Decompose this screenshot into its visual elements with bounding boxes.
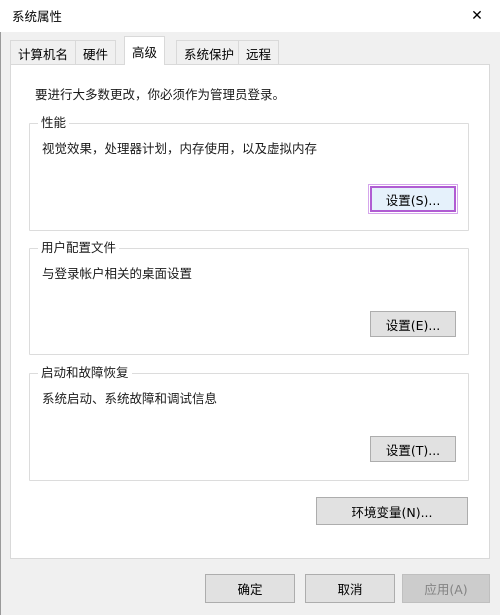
tab-label: 计算机名 xyxy=(18,47,69,62)
ok-button[interactable]: 确定 xyxy=(205,574,295,603)
tab-label: 硬件 xyxy=(83,47,109,62)
group-description: 与登录帐户相关的桌面设置 xyxy=(42,266,193,281)
tab-label: 高级 xyxy=(132,45,158,60)
group-title: 用户配置文件 xyxy=(38,240,120,256)
apply-button[interactable]: 应用(A) xyxy=(402,574,490,603)
group-title: 启动和故障恢复 xyxy=(38,365,132,381)
window-title: 系统属性 xyxy=(12,9,63,24)
tab-system-protection[interactable]: 系统保护 xyxy=(176,40,243,64)
admin-notice: 要进行大多数更改，你必须作为管理员登录。 xyxy=(35,87,286,102)
close-icon[interactable]: ✕ xyxy=(454,0,500,32)
cancel-button[interactable]: 取消 xyxy=(305,574,395,603)
tab-advanced[interactable]: 高级 xyxy=(124,36,166,65)
advanced-tab-panel: 要进行大多数更改，你必须作为管理员登录。 性能 视觉效果，处理器计划，内存使用，… xyxy=(10,64,490,559)
tab-remote[interactable]: 远程 xyxy=(238,40,280,64)
group-title: 性能 xyxy=(38,115,70,131)
window-left-edge xyxy=(0,32,1,615)
tab-label: 系统保护 xyxy=(184,47,235,62)
startup-settings-button[interactable]: 设置(T)... xyxy=(370,436,456,462)
group-description: 系统启动、系统故障和调试信息 xyxy=(42,391,218,406)
group-description: 视觉效果，处理器计划，内存使用，以及虚拟内存 xyxy=(42,141,318,156)
system-properties-window: 系统属性 ✕ 计算机名 硬件 高级 系统保护 远程 要进行大多数更改，你必须作为… xyxy=(0,0,500,615)
title-bar[interactable]: 系统属性 ✕ xyxy=(0,0,500,32)
performance-settings-button[interactable]: 设置(S)... xyxy=(368,184,458,214)
environment-variables-button[interactable]: 环境变量(N)... xyxy=(316,497,468,525)
tab-label: 远程 xyxy=(246,47,272,62)
profile-settings-button[interactable]: 设置(E)... xyxy=(370,311,456,337)
performance-group: 性能 视觉效果，处理器计划，内存使用，以及虚拟内存 设置(S)... xyxy=(29,115,469,231)
user-profiles-group: 用户配置文件 与登录帐户相关的桌面设置 设置(E)... xyxy=(29,240,469,355)
startup-recovery-group: 启动和故障恢复 系统启动、系统故障和调试信息 设置(T)... xyxy=(29,365,469,481)
tab-computer-name[interactable]: 计算机名 xyxy=(10,40,77,64)
tab-hardware[interactable]: 硬件 xyxy=(75,40,117,64)
